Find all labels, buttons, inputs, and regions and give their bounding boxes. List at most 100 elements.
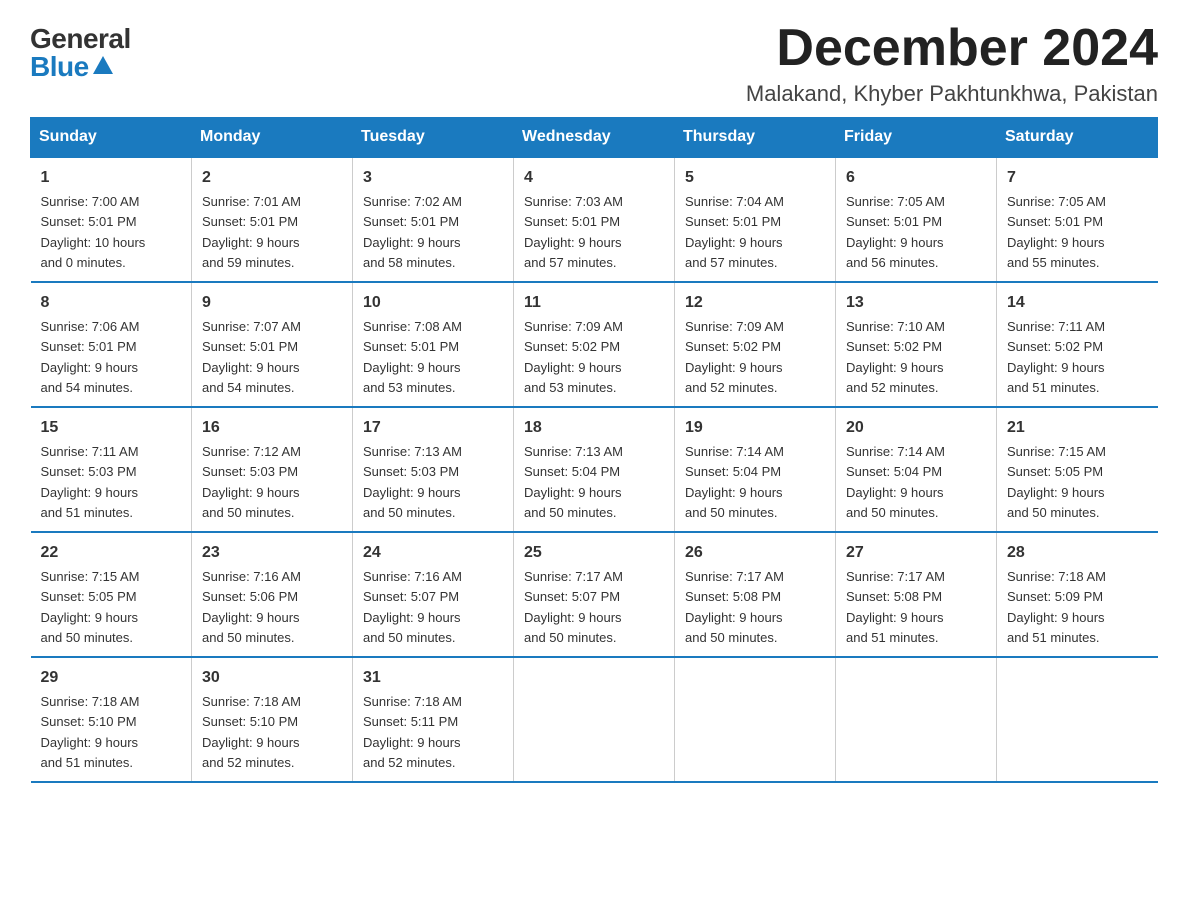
day-info: Sunrise: 7:13 AMSunset: 5:03 PMDaylight:… [363, 444, 462, 520]
day-info: Sunrise: 7:03 AMSunset: 5:01 PMDaylight:… [524, 194, 623, 270]
day-cell-11: 11 Sunrise: 7:09 AMSunset: 5:02 PMDayligh… [514, 282, 675, 407]
day-info: Sunrise: 7:17 AMSunset: 5:08 PMDaylight:… [685, 569, 784, 645]
day-info: Sunrise: 7:01 AMSunset: 5:01 PMDaylight:… [202, 194, 301, 270]
logo: General Blue [30, 20, 131, 81]
day-number: 30 [202, 666, 342, 690]
day-cell-2: 2 Sunrise: 7:01 AMSunset: 5:01 PMDaylight… [192, 157, 353, 282]
day-cell-16: 16 Sunrise: 7:12 AMSunset: 5:03 PMDayligh… [192, 407, 353, 532]
calendar-header: SundayMondayTuesdayWednesdayThursdayFrid… [31, 118, 1158, 158]
day-cell-27: 27 Sunrise: 7:17 AMSunset: 5:08 PMDayligh… [836, 532, 997, 657]
day-cell-9: 9 Sunrise: 7:07 AMSunset: 5:01 PMDaylight… [192, 282, 353, 407]
day-info: Sunrise: 7:18 AMSunset: 5:11 PMDaylight:… [363, 694, 462, 770]
day-info: Sunrise: 7:18 AMSunset: 5:09 PMDaylight:… [1007, 569, 1106, 645]
day-info: Sunrise: 7:08 AMSunset: 5:01 PMDaylight:… [363, 319, 462, 395]
day-info: Sunrise: 7:13 AMSunset: 5:04 PMDaylight:… [524, 444, 623, 520]
empty-cell [836, 657, 997, 782]
day-cell-3: 3 Sunrise: 7:02 AMSunset: 5:01 PMDaylight… [353, 157, 514, 282]
month-title: December 2024 [746, 20, 1158, 77]
day-info: Sunrise: 7:16 AMSunset: 5:06 PMDaylight:… [202, 569, 301, 645]
week-row-5: 29 Sunrise: 7:18 AMSunset: 5:10 PMDayligh… [31, 657, 1158, 782]
day-cell-31: 31 Sunrise: 7:18 AMSunset: 5:11 PMDayligh… [353, 657, 514, 782]
day-cell-29: 29 Sunrise: 7:18 AMSunset: 5:10 PMDayligh… [31, 657, 192, 782]
day-number: 25 [524, 541, 664, 565]
day-info: Sunrise: 7:18 AMSunset: 5:10 PMDaylight:… [41, 694, 140, 770]
day-cell-30: 30 Sunrise: 7:18 AMSunset: 5:10 PMDayligh… [192, 657, 353, 782]
day-info: Sunrise: 7:04 AMSunset: 5:01 PMDaylight:… [685, 194, 784, 270]
day-info: Sunrise: 7:17 AMSunset: 5:07 PMDaylight:… [524, 569, 623, 645]
day-number: 2 [202, 166, 342, 190]
day-cell-20: 20Sunrise: 7:14 AMSunset: 5:04 PMDayligh… [836, 407, 997, 532]
day-cell-24: 24Sunrise: 7:16 AMSunset: 5:07 PMDayligh… [353, 532, 514, 657]
day-info: Sunrise: 7:12 AMSunset: 5:03 PMDaylight:… [202, 444, 301, 520]
day-info: Sunrise: 7:05 AMSunset: 5:01 PMDaylight:… [1007, 194, 1106, 270]
day-info: Sunrise: 7:09 AMSunset: 5:02 PMDaylight:… [685, 319, 784, 395]
day-number: 19 [685, 416, 825, 440]
day-number: 9 [202, 291, 342, 315]
day-info: Sunrise: 7:00 AMSunset: 5:01 PMDaylight:… [41, 194, 146, 270]
day-cell-15: 15 Sunrise: 7:11 AMSunset: 5:03 PMDayligh… [31, 407, 192, 532]
day-cell-23: 23 Sunrise: 7:16 AMSunset: 5:06 PMDayligh… [192, 532, 353, 657]
day-number: 24 [363, 541, 503, 565]
day-number: 27 [846, 541, 986, 565]
days-of-week-row: SundayMondayTuesdayWednesdayThursdayFrid… [31, 118, 1158, 158]
day-number: 20 [846, 416, 986, 440]
day-info: Sunrise: 7:18 AMSunset: 5:10 PMDaylight:… [202, 694, 301, 770]
day-number: 15 [41, 416, 182, 440]
day-cell-19: 19 Sunrise: 7:14 AMSunset: 5:04 PMDayligh… [675, 407, 836, 532]
day-cell-5: 5Sunrise: 7:04 AMSunset: 5:01 PMDaylight… [675, 157, 836, 282]
logo-blue-text: Blue [30, 53, 113, 81]
logo-general-text: General [30, 25, 131, 53]
week-row-1: 1 Sunrise: 7:00 AMSunset: 5:01 PMDaylight… [31, 157, 1158, 282]
day-info: Sunrise: 7:11 AMSunset: 5:03 PMDaylight:… [41, 444, 139, 520]
day-info: Sunrise: 7:14 AMSunset: 5:04 PMDaylight:… [685, 444, 784, 520]
day-info: Sunrise: 7:09 AMSunset: 5:02 PMDaylight:… [524, 319, 623, 395]
page-header: General Blue December 2024 Malakand, Khy… [30, 20, 1158, 107]
day-header-saturday: Saturday [997, 118, 1158, 158]
day-info: Sunrise: 7:10 AMSunset: 5:02 PMDaylight:… [846, 319, 945, 395]
day-number: 29 [41, 666, 182, 690]
day-number: 3 [363, 166, 503, 190]
week-row-4: 22Sunrise: 7:15 AMSunset: 5:05 PMDayligh… [31, 532, 1158, 657]
empty-cell [675, 657, 836, 782]
day-number: 18 [524, 416, 664, 440]
day-number: 17 [363, 416, 503, 440]
day-number: 1 [41, 166, 182, 190]
day-cell-7: 7Sunrise: 7:05 AMSunset: 5:01 PMDaylight… [997, 157, 1158, 282]
day-number: 14 [1007, 291, 1148, 315]
day-number: 26 [685, 541, 825, 565]
day-cell-4: 4Sunrise: 7:03 AMSunset: 5:01 PMDaylight… [514, 157, 675, 282]
day-cell-21: 21 Sunrise: 7:15 AMSunset: 5:05 PMDayligh… [997, 407, 1158, 532]
day-info: Sunrise: 7:02 AMSunset: 5:01 PMDaylight:… [363, 194, 462, 270]
day-number: 23 [202, 541, 342, 565]
day-info: Sunrise: 7:06 AMSunset: 5:01 PMDaylight:… [41, 319, 140, 395]
week-row-3: 15 Sunrise: 7:11 AMSunset: 5:03 PMDayligh… [31, 407, 1158, 532]
day-cell-18: 18 Sunrise: 7:13 AMSunset: 5:04 PMDayligh… [514, 407, 675, 532]
logo-triangle-icon [93, 56, 113, 74]
day-number: 11 [524, 291, 664, 315]
day-cell-17: 17 Sunrise: 7:13 AMSunset: 5:03 PMDayligh… [353, 407, 514, 532]
day-number: 31 [363, 666, 503, 690]
day-number: 13 [846, 291, 986, 315]
day-cell-1: 1 Sunrise: 7:00 AMSunset: 5:01 PMDaylight… [31, 157, 192, 282]
day-header-thursday: Thursday [675, 118, 836, 158]
empty-cell [997, 657, 1158, 782]
day-header-tuesday: Tuesday [353, 118, 514, 158]
day-info: Sunrise: 7:15 AMSunset: 5:05 PMDaylight:… [41, 569, 140, 645]
day-header-wednesday: Wednesday [514, 118, 675, 158]
day-number: 28 [1007, 541, 1148, 565]
empty-cell [514, 657, 675, 782]
day-number: 8 [41, 291, 182, 315]
day-cell-6: 6Sunrise: 7:05 AMSunset: 5:01 PMDaylight… [836, 157, 997, 282]
day-header-sunday: Sunday [31, 118, 192, 158]
day-header-friday: Friday [836, 118, 997, 158]
day-number: 16 [202, 416, 342, 440]
day-info: Sunrise: 7:17 AMSunset: 5:08 PMDaylight:… [846, 569, 945, 645]
day-header-monday: Monday [192, 118, 353, 158]
day-info: Sunrise: 7:07 AMSunset: 5:01 PMDaylight:… [202, 319, 301, 395]
week-row-2: 8 Sunrise: 7:06 AMSunset: 5:01 PMDaylight… [31, 282, 1158, 407]
day-info: Sunrise: 7:15 AMSunset: 5:05 PMDaylight:… [1007, 444, 1106, 520]
day-cell-28: 28 Sunrise: 7:18 AMSunset: 5:09 PMDayligh… [997, 532, 1158, 657]
day-cell-26: 26 Sunrise: 7:17 AMSunset: 5:08 PMDayligh… [675, 532, 836, 657]
day-number: 21 [1007, 416, 1148, 440]
day-number: 12 [685, 291, 825, 315]
